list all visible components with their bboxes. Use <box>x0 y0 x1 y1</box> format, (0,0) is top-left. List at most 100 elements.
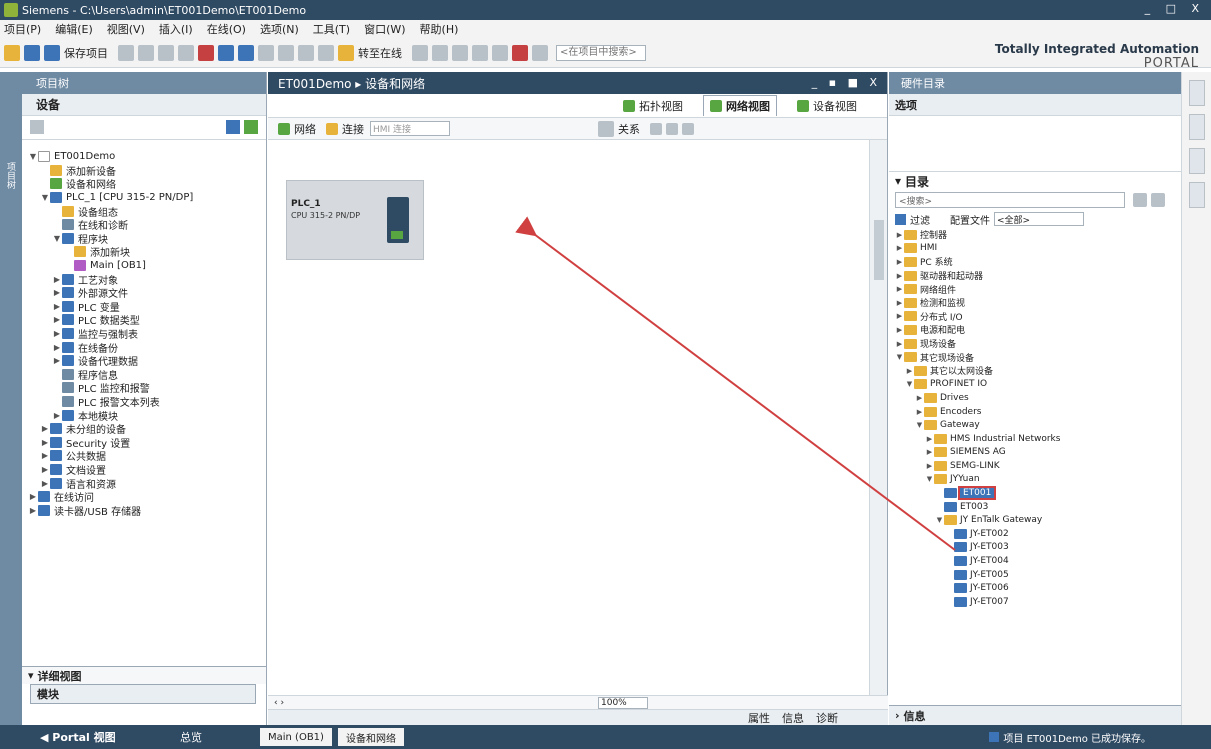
menu-item[interactable]: 窗口(W) <box>364 21 405 37</box>
save-project-button[interactable]: 保存项目 <box>64 45 108 61</box>
tree-item[interactable]: PLC 报警文本列表 <box>22 395 266 409</box>
inspector-tab[interactable]: 信息 <box>782 710 804 726</box>
catalog-item[interactable]: ▶ 分布式 I/O <box>889 310 1181 324</box>
view-tab[interactable]: 拓扑视图 <box>617 96 689 116</box>
menu-item[interactable]: 编辑(E) <box>55 21 93 37</box>
expand-arrow-icon[interactable]: ▼ <box>895 353 904 361</box>
catalog-item[interactable]: ▶ Encoders <box>889 405 1181 419</box>
menu-item[interactable]: 选项(N) <box>260 21 299 37</box>
expand-arrow-icon[interactable]: ▶ <box>915 408 924 416</box>
catalog-item[interactable]: ▼ Gateway <box>889 418 1181 432</box>
expand-arrow-icon[interactable]: ▶ <box>895 244 904 252</box>
module-tab[interactable]: 模块 <box>30 684 256 704</box>
go-online-button[interactable]: 转至在线 <box>358 45 402 61</box>
expand-arrow-icon[interactable]: ▶ <box>925 462 934 470</box>
expand-arrow-icon[interactable]: ▶ <box>895 258 904 266</box>
expand-arrow-icon[interactable]: ▶ <box>925 435 934 443</box>
filter-checkbox[interactable] <box>895 213 906 225</box>
inspector-tab[interactable]: 属性 <box>748 710 770 726</box>
connect-button[interactable]: 连接 <box>342 121 364 137</box>
catalog-item[interactable]: JY-ET005 <box>889 568 1181 582</box>
catalog-item[interactable]: ▶ SEMG-LINK <box>889 459 1181 473</box>
expand-arrow-icon[interactable]: ▶ <box>52 302 62 311</box>
catalog-item[interactable]: JY-ET006 <box>889 581 1181 595</box>
download-icon[interactable] <box>278 44 294 61</box>
go-offline-icon[interactable] <box>412 44 428 61</box>
expand-arrow-icon[interactable]: ▶ <box>40 465 50 474</box>
tree-item[interactable]: 设备组态 <box>22 204 266 219</box>
tree-item[interactable]: ▶ 工艺对象 <box>22 272 266 287</box>
tree-grid-icon[interactable] <box>30 120 44 134</box>
catalog-item[interactable]: ▶ 驱动器和起动器 <box>889 269 1181 283</box>
expand-arrow-icon[interactable]: ▶ <box>895 326 904 334</box>
catalog-section-header[interactable]: ▾ 目录 <box>889 172 1181 190</box>
go-online-icon[interactable] <box>338 44 354 61</box>
scroll-left-icon[interactable]: ‹ › <box>274 698 284 708</box>
menu-item[interactable]: 项目(P) <box>4 21 41 37</box>
network-icon[interactable] <box>278 122 290 135</box>
redo-icon[interactable] <box>238 44 254 61</box>
tree-item[interactable]: ▶ 在线访问 <box>22 490 266 504</box>
catalog-item[interactable]: JY-ET007 <box>889 595 1181 609</box>
catalog-item[interactable]: ▶ 电源和配电 <box>889 323 1181 337</box>
online-tools-task-tab[interactable] <box>1188 114 1205 140</box>
menu-item[interactable]: 视图(V) <box>107 21 145 37</box>
tree-item[interactable]: ▶ PLC 数据类型 <box>22 313 266 327</box>
compile-icon[interactable] <box>258 44 274 61</box>
expand-arrow-icon[interactable]: ▶ <box>52 288 62 297</box>
connect-icon[interactable] <box>326 122 338 135</box>
expand-arrow-icon[interactable]: ▼ <box>28 152 38 161</box>
network-canvas[interactable]: PLC_1 CPU 315-2 PN/DP <box>268 140 870 695</box>
simulate-icon[interactable] <box>318 44 334 61</box>
view-tab[interactable]: 设备视图 <box>791 96 863 116</box>
expand-arrow-icon[interactable]: ▶ <box>40 438 50 447</box>
zoom-icon[interactable] <box>682 122 694 135</box>
expand-arrow-icon[interactable]: ▶ <box>28 506 38 515</box>
split-horizontal-icon[interactable] <box>472 44 488 61</box>
open-project-icon[interactable] <box>24 44 40 61</box>
tree-item[interactable]: ▶ 未分组的设备 <box>22 422 266 436</box>
project-tree-side-tab[interactable]: 项目树 <box>0 72 22 725</box>
tree-item[interactable]: ▼ PLC_1 [CPU 315-2 PN/DP] <box>22 191 266 205</box>
detail-view-header[interactable]: ▾ 详细视图 <box>22 666 266 684</box>
search-up-icon[interactable] <box>1151 193 1165 207</box>
expand-arrow-icon[interactable]: ▶ <box>52 356 62 365</box>
catalog-item[interactable]: ▶ 检测和监视 <box>889 296 1181 310</box>
expand-arrow-icon[interactable]: ▶ <box>52 315 62 324</box>
taskbar-main-ob1[interactable]: Main (OB1) <box>260 728 332 746</box>
tree-item[interactable]: ▶ Security 设置 <box>22 435 266 450</box>
split-vertical-icon[interactable] <box>492 44 508 61</box>
catalog-item[interactable]: ▶ 现场设备 <box>889 337 1181 351</box>
expand-arrow-icon[interactable]: ▼ <box>905 380 914 388</box>
expand-arrow-icon[interactable]: ▼ <box>52 234 62 243</box>
tree-item[interactable]: ▶ 本地模块 <box>22 408 266 423</box>
catalog-item[interactable]: ▶ HMI <box>889 242 1181 256</box>
tree-item[interactable]: ▶ 文档设置 <box>22 463 266 477</box>
catalog-item[interactable]: ▼ JY EnTalk Gateway <box>889 513 1181 527</box>
catalog-item[interactable]: ▶ HMS Industrial Networks <box>889 432 1181 446</box>
tree-item[interactable]: 设备和网络 <box>22 177 266 191</box>
expand-arrow-icon[interactable]: ▶ <box>40 451 50 460</box>
menu-item[interactable]: 工具(T) <box>313 21 350 37</box>
catalog-item[interactable]: ET003 <box>889 500 1181 514</box>
catalog-item[interactable]: ▶ 其它以太网设备 <box>889 364 1181 378</box>
expand-arrow-icon[interactable]: ▶ <box>925 448 934 456</box>
grid-icon[interactable] <box>666 122 678 135</box>
copy-icon[interactable] <box>158 44 174 61</box>
catalog-item[interactable]: JY-ET004 <box>889 554 1181 568</box>
catalog-item[interactable]: JY-ET003 <box>889 541 1181 555</box>
inspector-tab[interactable]: 诊断 <box>816 710 838 726</box>
expand-arrow-icon[interactable]: ▶ <box>52 343 62 352</box>
relation-icon[interactable] <box>598 120 614 137</box>
tree-item[interactable]: ▶ 设备代理数据 <box>22 354 266 368</box>
print-icon[interactable] <box>118 44 134 61</box>
expand-arrow-icon[interactable]: ▶ <box>895 231 904 239</box>
undo-icon[interactable] <box>218 44 234 61</box>
catalog-item[interactable]: ▶ 网络组件 <box>889 282 1181 296</box>
tree-item[interactable]: ▶ 公共数据 <box>22 449 266 463</box>
plc-device-box[interactable]: PLC_1 CPU 315-2 PN/DP <box>286 180 424 260</box>
tree-item[interactable]: ▶ 读卡器/USB 存储器 <box>22 503 266 518</box>
cut-icon[interactable] <box>138 44 154 61</box>
expand-arrow-icon[interactable]: ▶ <box>52 411 62 420</box>
network-button[interactable]: 网络 <box>294 121 316 137</box>
